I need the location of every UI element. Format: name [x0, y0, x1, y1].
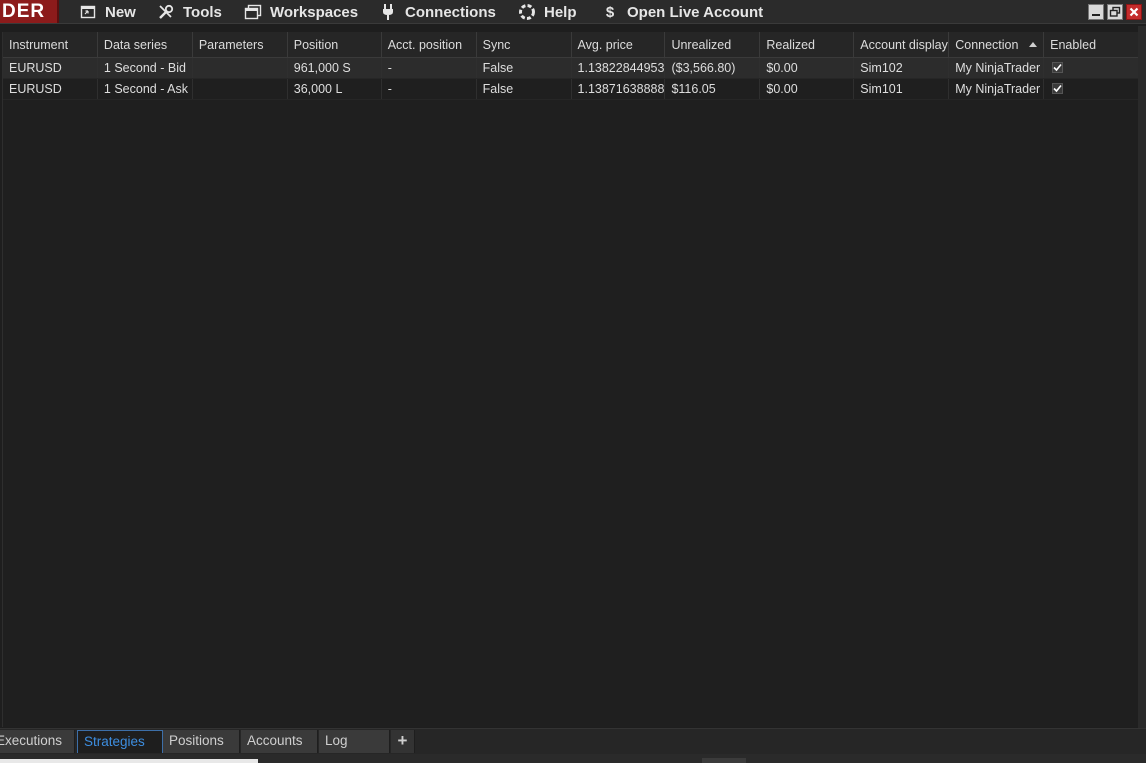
- strategies-grid: Instrument Data series Parameters Positi…: [2, 32, 1142, 727]
- cell-avg-price: 1.13822844953: [572, 58, 666, 78]
- menu-tools-label: Tools: [183, 3, 222, 21]
- restore-button[interactable]: [1107, 4, 1123, 20]
- window-controls: [1088, 4, 1142, 20]
- restore-icon: [1109, 6, 1121, 17]
- col-header-connection-label: Connection: [955, 38, 1019, 52]
- plug-icon: [378, 2, 398, 22]
- tab-positions[interactable]: Positions: [163, 730, 240, 753]
- menu-bar: DER New Tools Workspaces Connections Hel…: [0, 0, 1146, 24]
- cell-connection: My NinjaTrader: [949, 79, 1045, 99]
- col-header-parameters[interactable]: Parameters: [193, 32, 288, 58]
- tab-strategies[interactable]: Strategies: [77, 730, 163, 753]
- vertical-scrollbar[interactable]: [1138, 26, 1146, 728]
- menu-connections-label: Connections: [405, 3, 496, 21]
- tab-executions[interactable]: Executions: [0, 730, 75, 753]
- cell-sync: False: [477, 58, 572, 78]
- cell-unrealized: ($3,566.80): [665, 58, 761, 78]
- close-button[interactable]: [1126, 4, 1142, 20]
- menu-new-label: New: [105, 3, 136, 21]
- minimize-button[interactable]: [1088, 4, 1104, 20]
- add-tab-button[interactable]: +: [391, 730, 415, 753]
- dollar-icon: $: [605, 3, 615, 21]
- menu-tools[interactable]: Tools: [156, 0, 222, 24]
- table-row[interactable]: EURUSD 1 Second - Bid 961,000 S - False …: [3, 58, 1142, 79]
- col-header-instrument[interactable]: Instrument: [3, 32, 98, 58]
- tab-log[interactable]: Log: [319, 730, 390, 753]
- cell-position: 36,000 L: [288, 79, 382, 99]
- cell-instrument: EURUSD: [3, 79, 98, 99]
- cell-acct-position: -: [382, 58, 477, 78]
- cell-data-series: 1 Second - Ask: [98, 79, 193, 99]
- cell-enabled: [1044, 79, 1142, 99]
- workspaces-icon: [243, 2, 263, 22]
- col-header-enabled[interactable]: Enabled: [1044, 32, 1142, 58]
- menu-workspaces[interactable]: Workspaces: [243, 0, 358, 24]
- cell-unrealized: $116.05: [665, 79, 761, 99]
- menu-new[interactable]: New: [78, 0, 136, 24]
- col-header-acct-position[interactable]: Acct. position: [382, 32, 477, 58]
- cell-position: 961,000 S: [288, 58, 382, 78]
- col-header-data-series[interactable]: Data series: [98, 32, 193, 58]
- tab-accounts[interactable]: Accounts: [241, 730, 318, 753]
- checkmark-icon: [1053, 64, 1062, 72]
- cell-sync: False: [477, 79, 572, 99]
- minimize-icon: [1092, 14, 1100, 16]
- enabled-checkbox[interactable]: [1052, 83, 1064, 95]
- cell-parameters: [193, 79, 288, 99]
- new-window-icon: [78, 2, 98, 22]
- app-logo[interactable]: DER: [0, 0, 59, 23]
- col-header-avg-price[interactable]: Avg. price: [572, 32, 666, 58]
- table-row[interactable]: EURUSD 1 Second - Ask 36,000 L - False 1…: [3, 79, 1142, 100]
- col-header-realized[interactable]: Realized: [760, 32, 855, 58]
- cell-data-series: 1 Second - Bid: [98, 58, 193, 78]
- enabled-checkbox[interactable]: [1052, 62, 1064, 74]
- menu-open-live-account[interactable]: $ Open Live Account: [600, 0, 763, 24]
- cell-acct-position: -: [382, 79, 477, 99]
- help-ring-icon: [517, 2, 537, 22]
- checkmark-icon: [1053, 85, 1062, 93]
- cell-account-display: Sim102: [854, 58, 950, 78]
- menu-help[interactable]: Help: [517, 0, 577, 24]
- status-strip: [0, 754, 1146, 763]
- col-header-sync[interactable]: Sync: [477, 32, 572, 58]
- menu-connections[interactable]: Connections: [378, 0, 496, 24]
- col-header-position[interactable]: Position: [288, 32, 382, 58]
- menu-workspaces-label: Workspaces: [270, 3, 359, 21]
- bottom-tab-bar: Executions Strategies Positions Accounts…: [0, 728, 1146, 754]
- sort-ascending-icon: [1029, 42, 1038, 47]
- cell-realized: $0.00: [760, 58, 855, 78]
- close-icon: [1129, 7, 1139, 17]
- status-strip-marker: [702, 758, 746, 763]
- cell-parameters: [193, 58, 288, 78]
- menu-help-label: Help: [544, 3, 577, 21]
- col-header-account-display[interactable]: Account display: [854, 32, 950, 58]
- menu-open-live-account-label: Open Live Account: [627, 3, 764, 21]
- cell-instrument: EURUSD: [3, 58, 98, 78]
- col-header-unrealized[interactable]: Unrealized: [665, 32, 761, 58]
- cell-realized: $0.00: [760, 79, 855, 99]
- cell-avg-price: 1.13871638888: [572, 79, 666, 99]
- grid-header: Instrument Data series Parameters Positi…: [3, 32, 1142, 58]
- cell-connection: My NinjaTrader: [949, 58, 1045, 78]
- cell-enabled: [1044, 58, 1142, 78]
- cell-account-display: Sim101: [854, 79, 950, 99]
- tools-icon: [156, 2, 176, 22]
- status-strip-segment: [0, 759, 258, 763]
- col-header-connection[interactable]: Connection: [949, 32, 1045, 58]
